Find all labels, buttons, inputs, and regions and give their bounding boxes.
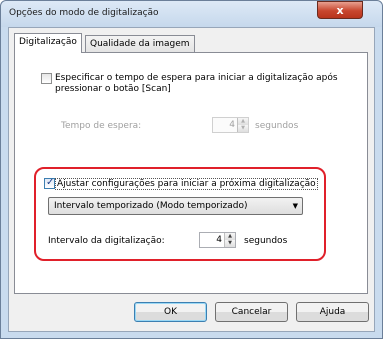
wait-time-unit: segundos bbox=[255, 121, 299, 131]
title-bar[interactable]: Opções do modo de digitalização x bbox=[1, 1, 382, 27]
cancel-button-label: Cancelar bbox=[231, 307, 272, 317]
tab-qualidade-imagem-label: Qualidade da imagem bbox=[90, 39, 190, 49]
tab-digitalizacao-label: Digitalização bbox=[19, 37, 77, 47]
scan-mode-selected: Intervalo temporizado (Modo temporizado) bbox=[54, 201, 248, 211]
spin-up-icon[interactable]: ▲ bbox=[225, 233, 235, 240]
help-button[interactable]: Ajuda bbox=[296, 302, 369, 322]
window-title: Opções do modo de digitalização bbox=[9, 8, 159, 18]
tab-qualidade-imagem[interactable]: Qualidade da imagem bbox=[85, 35, 195, 53]
wait-time-spinner-arrows: ▲ ▼ bbox=[237, 118, 248, 132]
interval-value: 4 bbox=[216, 235, 222, 245]
tab-digitalizacao[interactable]: Digitalização bbox=[14, 33, 82, 53]
close-icon: x bbox=[336, 3, 344, 17]
wait-time-checkbox-label-line1: Especificar o tempo de espera para inici… bbox=[55, 73, 338, 83]
dialog-client-area: Digitalização Qualidade da imagem Especi… bbox=[8, 27, 375, 332]
interval-spinner[interactable]: 4 ▲ ▼ bbox=[199, 232, 236, 248]
wait-time-checkbox[interactable] bbox=[41, 73, 52, 84]
wait-time-value: 4 bbox=[229, 120, 235, 130]
wait-time-label: Tempo de espera: bbox=[61, 121, 142, 131]
next-scan-checkbox[interactable]: ✓ bbox=[44, 177, 55, 189]
next-scan-checkbox-label: Ajustar configurações para iniciar a pró… bbox=[55, 178, 318, 190]
close-button[interactable]: x bbox=[317, 1, 363, 19]
help-button-label: Ajuda bbox=[319, 307, 346, 317]
spin-up-icon[interactable]: ▲ bbox=[238, 118, 248, 125]
checkmark-icon: ✓ bbox=[46, 177, 55, 188]
interval-spinner-arrows: ▲ ▼ bbox=[224, 233, 235, 247]
ok-button[interactable]: OK bbox=[134, 302, 207, 322]
ok-button-label: OK bbox=[164, 307, 177, 317]
wait-time-checkbox-label-line2: pressionar o botão [Scan] bbox=[55, 84, 171, 94]
interval-unit: segundos bbox=[244, 236, 288, 246]
cancel-button[interactable]: Cancelar bbox=[215, 302, 288, 322]
chevron-down-icon: ▼ bbox=[292, 202, 298, 210]
interval-label: Intervalo da digitalização: bbox=[48, 236, 165, 246]
spin-down-icon[interactable]: ▼ bbox=[238, 125, 248, 132]
wait-time-spinner[interactable]: 4 ▲ ▼ bbox=[212, 117, 249, 133]
scan-mode-dropdown[interactable]: Intervalo temporizado (Modo temporizado)… bbox=[48, 197, 303, 215]
dialog-window: Opções do modo de digitalização x Digita… bbox=[0, 0, 383, 339]
spin-down-icon[interactable]: ▼ bbox=[225, 240, 235, 247]
